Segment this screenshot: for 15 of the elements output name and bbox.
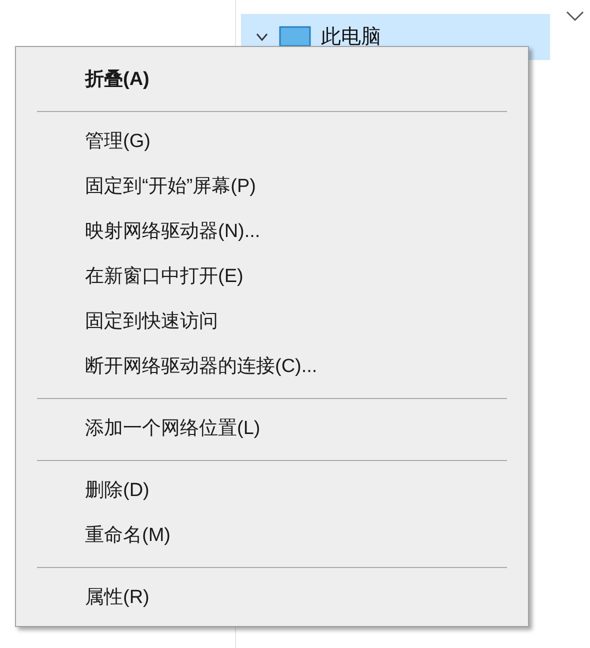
menu-item[interactable]: 管理(G) [37,120,507,165]
chevron-icon[interactable] [255,32,269,42]
monitor-icon [279,26,311,48]
chevron-down-icon[interactable] [566,10,584,22]
menu-item[interactable]: 删除(D) [37,469,507,514]
menu-item[interactable]: 映射网络驱动器(N)... [37,210,507,255]
menu-item[interactable]: 在新窗口中打开(E) [37,255,507,300]
menu-item[interactable]: 折叠(A) [37,58,507,103]
menu-item[interactable]: 属性(R) [37,576,507,621]
menu-item[interactable]: 添加一个网络位置(L) [37,407,507,452]
tree-item-label: 此电脑 [321,25,381,50]
menu-item[interactable]: 固定到快速访问 [37,300,507,345]
menu-item[interactable]: 重命名(M) [37,514,507,559]
menu-item[interactable]: 固定到“开始”屏幕(P) [37,165,507,210]
menu-item[interactable]: 断开网络驱动器的连接(C)... [37,345,507,390]
